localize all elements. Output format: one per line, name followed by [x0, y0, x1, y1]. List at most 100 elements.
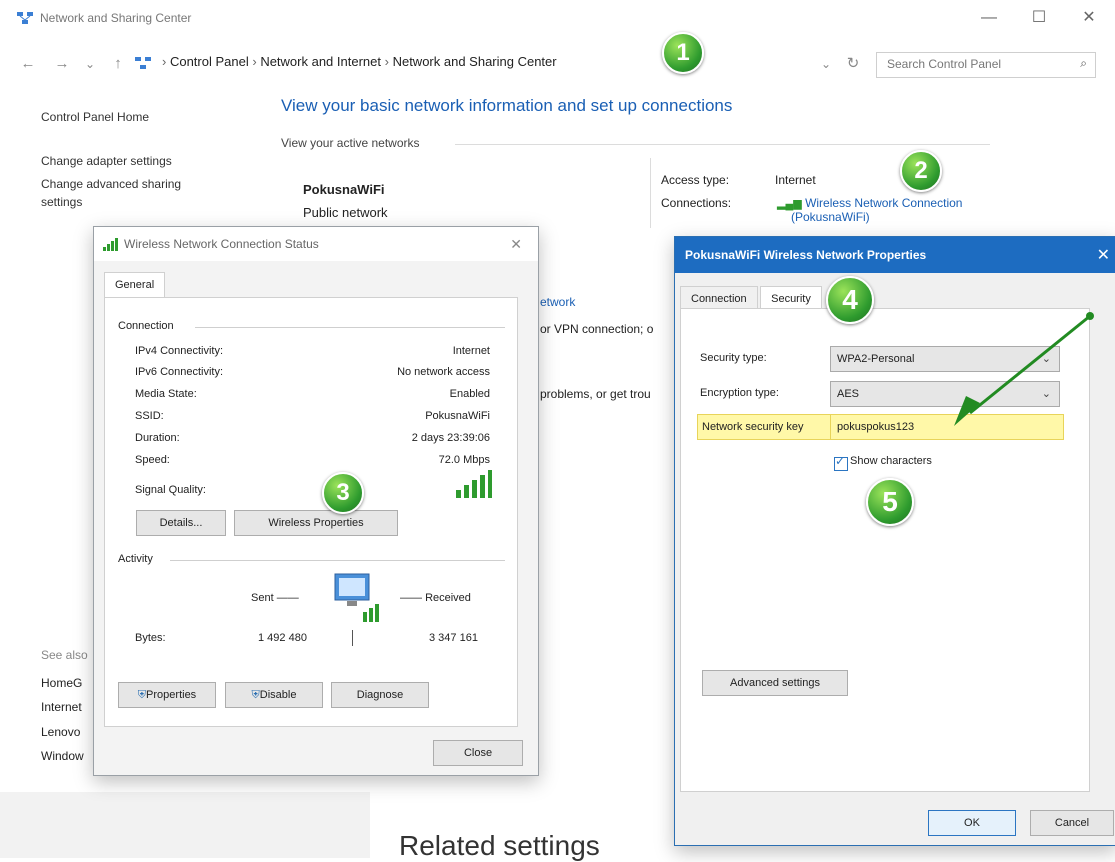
control-panel-icon — [134, 56, 152, 75]
access-type-label: Access type: — [661, 173, 730, 187]
ipv4-label: IPv4 Connectivity: — [135, 345, 224, 357]
back-arrow-icon[interactable]: ← — [18, 54, 38, 74]
divider — [455, 144, 990, 145]
received-label: —— Received — [400, 592, 471, 604]
advanced-settings-button[interactable]: Advanced settings — [702, 670, 848, 696]
shield-icon: ⛨ — [251, 689, 260, 701]
duration-value: 2 days 23:39:06 — [411, 432, 490, 444]
duration-label: Duration: — [135, 432, 180, 444]
media-state-value: Enabled — [449, 388, 490, 400]
see-also-lenovo[interactable]: Lenovo — [41, 725, 80, 739]
divider — [352, 630, 353, 646]
breadcrumb: › Control Panel › Network and Internet ›… — [162, 54, 557, 69]
address-dropdown-icon[interactable]: ⌄ — [816, 54, 836, 74]
details-button[interactable]: Details... — [136, 510, 226, 536]
network-type[interactable]: Public network — [303, 205, 388, 220]
crumb-control-panel[interactable]: Control Panel — [170, 54, 249, 69]
status-dialog-titlebar: Wireless Network Connection Status ✕ — [94, 227, 538, 261]
see-also-homegroup[interactable]: HomeG — [41, 676, 82, 690]
ipv6-label: IPv6 Connectivity: — [135, 366, 224, 378]
bytes-received-value: 3 347 161 — [429, 632, 478, 644]
properties-dialog-titlebar: PokusnaWiFi Wireless Network Properties … — [675, 237, 1115, 273]
status-dialog-title: Wireless Network Connection Status — [124, 237, 319, 251]
cancel-button[interactable]: Cancel — [1030, 810, 1114, 836]
search-placeholder: Search Control Panel — [887, 57, 1002, 71]
step-badge-3: 3 — [322, 472, 364, 514]
divider — [650, 158, 651, 228]
search-input[interactable]: Search Control Panel ⌕ — [876, 52, 1096, 78]
encryption-type-label: Encryption type: — [700, 387, 779, 399]
close-icon[interactable]: ✕ — [510, 236, 522, 253]
show-characters-label[interactable]: Show characters — [850, 455, 932, 467]
ok-button[interactable]: OK — [928, 810, 1016, 836]
connection-link-ssid: (PokusnaWiFi) — [791, 210, 870, 224]
network-center-icon — [16, 11, 34, 25]
tab-general[interactable]: General — [104, 272, 166, 297]
signal-quality-label: Signal Quality: — [135, 484, 206, 496]
address-bar: ← → ⌄ ↑ › Control Panel › Network and In… — [0, 48, 1115, 82]
step-badge-5: 5 — [866, 478, 914, 526]
connection-link-text: Wireless Network Connection — [805, 196, 963, 210]
network-computer-icon — [325, 568, 385, 631]
wifi-signal-icon: ▂▄▆ — [777, 198, 802, 210]
close-icon[interactable]: ✕ — [1097, 245, 1110, 265]
bottom-band — [0, 792, 370, 858]
activity-section-label: Activity — [118, 553, 153, 565]
see-also-windows[interactable]: Window — [41, 749, 84, 763]
properties-dialog-title: PokusnaWiFi Wireless Network Properties — [685, 248, 927, 262]
network-name: PokusnaWiFi — [303, 182, 385, 197]
ipv4-value: Internet — [452, 345, 490, 357]
bytes-label: Bytes: — [135, 632, 166, 644]
up-arrow-icon[interactable]: ↑ — [108, 54, 128, 74]
close-icon[interactable]: ✕ — [1072, 6, 1106, 30]
security-key-label: Network security key — [697, 414, 831, 440]
checkmark-icon: ✓ — [835, 454, 846, 468]
media-state-label: Media State: — [135, 388, 197, 400]
wifi-signal-icon — [102, 237, 120, 256]
minimize-button[interactable]: — — [972, 6, 1006, 30]
divider — [170, 560, 505, 561]
disable-button[interactable]: ⛨Disable — [225, 682, 323, 708]
close-button[interactable]: Close — [433, 740, 523, 766]
see-also-label: See also — [41, 648, 88, 662]
sidebar-home[interactable]: Control Panel Home — [41, 110, 149, 124]
connection-link[interactable]: ▂▄▆ Wireless Network Connection (Pokusna… — [777, 196, 962, 224]
access-type-value: Internet — [775, 173, 816, 187]
annotation-arrow-icon — [954, 312, 1094, 426]
refresh-icon[interactable]: ↻ — [843, 54, 863, 74]
partial-link-network[interactable]: etwork — [540, 295, 575, 309]
sent-label: Sent —— — [251, 592, 299, 604]
step-badge-1: 1 — [662, 32, 704, 74]
ipv6-value: No network access — [397, 366, 490, 378]
diagnose-button[interactable]: Diagnose — [331, 682, 429, 708]
crumb-network-sharing[interactable]: Network and Sharing Center — [393, 54, 557, 69]
signal-strength-icon — [454, 470, 494, 503]
sidebar-advanced-sharing[interactable]: Change advanced sharing — [41, 177, 181, 191]
status-tabbar: General — [104, 272, 166, 297]
security-type-value: WPA2-Personal — [837, 353, 915, 365]
forward-arrow-icon[interactable]: → — [52, 54, 72, 74]
active-networks-label: View your active networks — [281, 136, 420, 150]
see-also-internet[interactable]: Internet — [41, 700, 82, 714]
divider — [195, 327, 505, 328]
recent-dropdown-icon[interactable]: ⌄ — [80, 54, 100, 74]
partial-text-troubleshoot: problems, or get trou — [540, 387, 651, 401]
sidebar-advanced-sharing-2[interactable]: settings — [41, 195, 82, 209]
search-icon[interactable]: ⌕ — [1080, 56, 1087, 71]
page-title: View your basic network information and … — [281, 96, 733, 115]
ssid-label: SSID: — [135, 410, 164, 422]
partial-text-vpn: or VPN connection; o — [540, 322, 654, 336]
connections-label: Connections: — [661, 196, 732, 210]
speed-value: 72.0 Mbps — [438, 454, 490, 466]
wireless-properties-button[interactable]: Wireless Properties — [234, 510, 398, 536]
sidebar-adapter-settings[interactable]: Change adapter settings — [41, 154, 172, 168]
properties-button-label: Properties — [146, 689, 197, 701]
disable-button-label: Disable — [259, 689, 297, 701]
main-window-title: Network and Sharing Center — [40, 11, 192, 25]
step-badge-2: 2 — [900, 150, 942, 192]
main-titlebar: Network and Sharing Center — ☐ ✕ — [0, 0, 1115, 34]
crumb-network-internet[interactable]: Network and Internet — [260, 54, 381, 69]
security-type-label: Security type: — [700, 352, 767, 364]
properties-button[interactable]: ⛨Properties — [118, 682, 216, 708]
maximize-button[interactable]: ☐ — [1022, 6, 1056, 30]
